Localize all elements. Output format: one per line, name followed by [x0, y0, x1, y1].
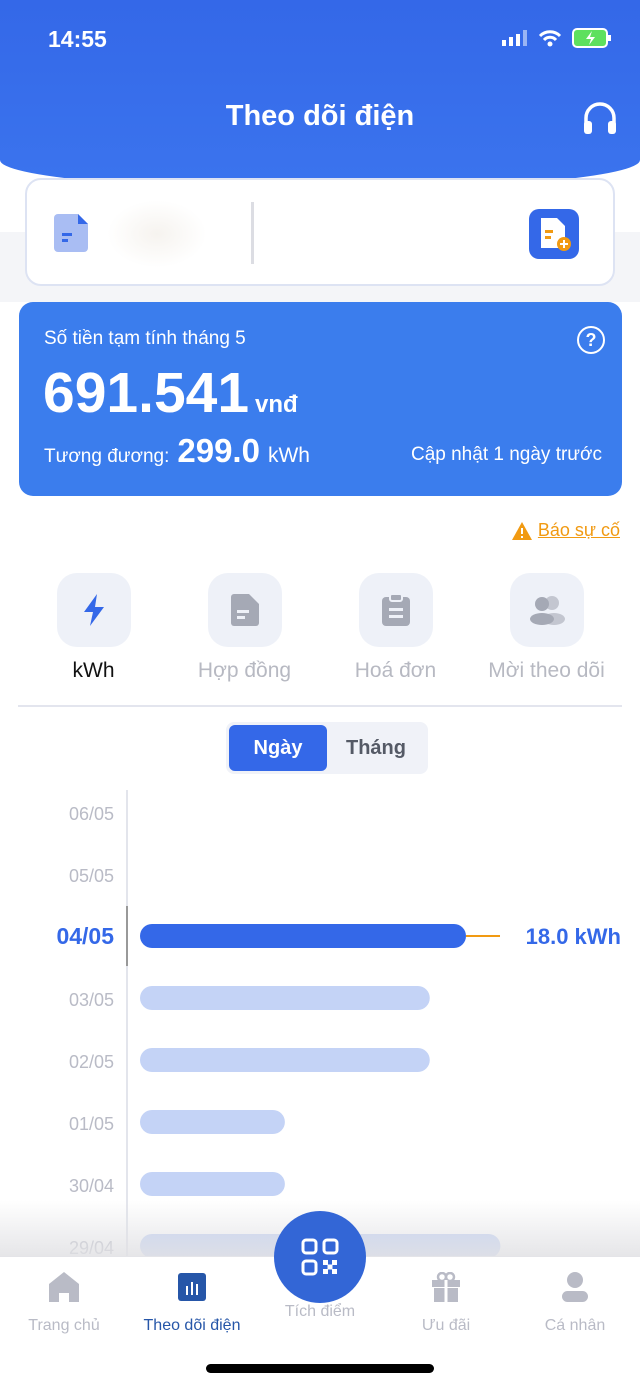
- usage-bar[interactable]: [140, 1110, 285, 1134]
- battery-icon: [572, 28, 611, 48]
- nav-profile[interactable]: Cá nhân: [511, 1267, 639, 1335]
- nav-home[interactable]: Trang chủ: [0, 1267, 128, 1335]
- warning-icon: [511, 521, 532, 540]
- period-toggle: Ngày Tháng: [226, 722, 428, 774]
- document-icon: [54, 214, 88, 252]
- estimate-label: Số tiền tạm tính tháng 5: [44, 328, 246, 349]
- tab-label: Hợp đồng: [197, 659, 292, 682]
- tab-kwh[interactable]: kWh: [18, 573, 169, 683]
- help-icon[interactable]: ?: [577, 326, 605, 354]
- equiv-value: 299.0: [177, 432, 260, 469]
- nav-label: Ưu đãi: [421, 1317, 471, 1334]
- add-document-icon: [541, 218, 571, 251]
- equiv-label: Tương đương:: [44, 446, 170, 467]
- contract-icon: [230, 594, 259, 626]
- divider: [18, 705, 622, 707]
- equivalent: Tương đương: 299.0 kWh: [44, 432, 310, 470]
- home-icon: [49, 1272, 79, 1302]
- headset-icon[interactable]: [582, 102, 618, 136]
- updated-text: Cập nhật 1 ngày trước: [410, 444, 602, 465]
- amount-unit: vnđ: [255, 391, 298, 418]
- equiv-unit: kWh: [267, 444, 310, 467]
- tab-invoice[interactable]: Hoá đơn: [320, 573, 471, 683]
- account-name-blurred: [107, 200, 207, 268]
- report-issue-link[interactable]: Báo sự cố: [511, 520, 620, 541]
- nav-tracking[interactable]: Theo dõi điện: [128, 1267, 256, 1335]
- tab-label: Hoá đơn: [354, 659, 437, 682]
- nav-label: Theo dõi điện: [143, 1317, 241, 1334]
- tab-contract[interactable]: Hợp đồng: [169, 573, 320, 683]
- nav-offers[interactable]: Ưu đãi: [382, 1267, 510, 1335]
- day-label: 05/05: [69, 866, 114, 886]
- users-icon: [529, 596, 565, 625]
- day-label: 02/05: [69, 1052, 114, 1072]
- page-title: Theo dõi điện: [225, 100, 415, 132]
- usage-bar[interactable]: [140, 924, 466, 948]
- nav-label: Trang chủ: [28, 1317, 100, 1334]
- usage-bar[interactable]: [140, 986, 430, 1010]
- day-label: 03/05: [69, 990, 114, 1010]
- estimate-amount: 691.541 vnđ: [43, 360, 298, 426]
- divider: [251, 202, 254, 264]
- account-selector[interactable]: [25, 178, 615, 286]
- nav-label: Tích điểm: [284, 1303, 356, 1320]
- add-contract-button[interactable]: [529, 209, 579, 259]
- home-indicator: [206, 1364, 434, 1373]
- amount-value: 691.541: [43, 361, 250, 425]
- segment-month[interactable]: Tháng: [327, 725, 425, 771]
- usage-bar[interactable]: [140, 1048, 430, 1072]
- usage-bar[interactable]: [140, 1172, 285, 1196]
- report-label: Báo sự cố: [537, 520, 620, 540]
- selected-value-label: 18.0 kWh: [526, 924, 621, 949]
- signal-icon: [502, 30, 527, 46]
- tab-invite[interactable]: Mời theo dõi: [471, 573, 622, 683]
- segment-day[interactable]: Ngày: [229, 725, 327, 771]
- day-label: 04/05: [56, 923, 114, 949]
- user-icon: [562, 1272, 588, 1302]
- lightning-icon: [83, 594, 104, 626]
- day-label: 01/05: [69, 1114, 114, 1134]
- status-icons: [502, 28, 612, 48]
- feature-tabs: kWh Hợp đồng Hoá đơn Mời theo dõi: [18, 573, 622, 683]
- daily-usage-chart[interactable]: 06/05 05/05 04/05 18.0 kWh 03/05 02/05 01/05 30…: [0, 790, 640, 1260]
- day-label: 06/05: [69, 804, 114, 824]
- wifi-icon: [538, 30, 562, 47]
- chart-icon: [178, 1273, 206, 1301]
- nav-points[interactable]: Tích điểm: [256, 1303, 384, 1321]
- gift-icon: [432, 1272, 460, 1302]
- clipboard-icon: [381, 594, 410, 626]
- day-label: 30/04: [69, 1176, 114, 1196]
- status-time: 14:55: [48, 26, 107, 52]
- estimate-card: Số tiền tạm tính tháng 5 ? 691.541 vnđ Tư…: [19, 302, 622, 496]
- scan-qr-button[interactable]: [274, 1211, 366, 1303]
- tab-label: kWh: [72, 659, 115, 682]
- qr-code-icon: [301, 1238, 339, 1276]
- tab-label: Mời theo dõi: [488, 659, 605, 682]
- nav-label: Cá nhân: [544, 1317, 606, 1334]
